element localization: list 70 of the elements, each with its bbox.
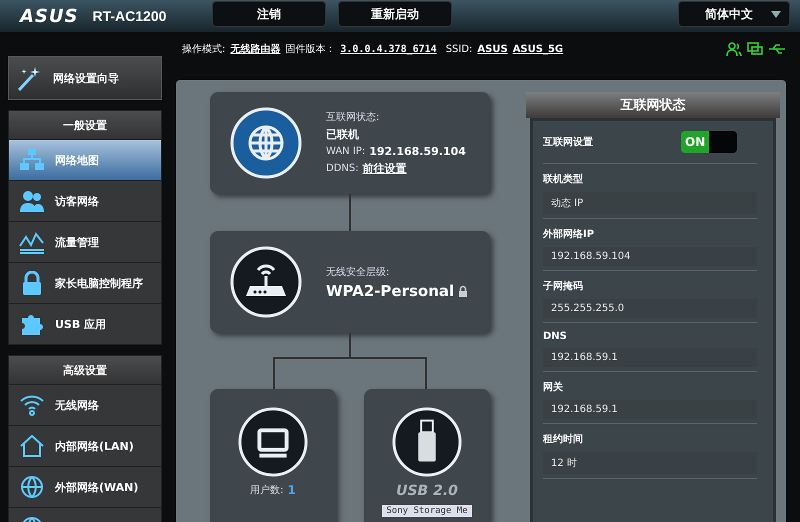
sidebar-item[interactable]: 访客网络 (9, 180, 161, 221)
security-value: WPA2-Personal (326, 282, 454, 300)
field-label: DNS (543, 331, 568, 342)
field-label: 联机类型 (543, 172, 584, 186)
internet-status-label: 互联网状态: (326, 110, 380, 124)
monitor-icon[interactable] (747, 41, 763, 57)
field-value: 12 时 (543, 452, 757, 474)
clients-label: 用户数: (250, 484, 284, 497)
security-label: 无线安全层级: (326, 266, 390, 278)
internet-setting-label: 互联网设置 (543, 136, 593, 149)
sidebar-item[interactable]: USB 应用 (9, 303, 161, 344)
globe-icon (230, 107, 302, 179)
sidebar-item[interactable]: 内部网络(LAN) (9, 425, 161, 466)
header-button[interactable]: 重新启动 (338, 1, 452, 27)
language-dropdown[interactable]: 简体中文 (678, 1, 790, 27)
ddns-label: DDNS: (326, 163, 359, 174)
internet-status: 已联机 (326, 127, 360, 142)
internet-card[interactable]: 互联网状态: 已联机 WAN IP: 192.168.59.104 DDNS: 前往设置 (210, 92, 490, 194)
wifi-icon (19, 393, 45, 417)
header-button[interactable]: 注销 (212, 1, 326, 27)
wan-ip-value: 192.168.59.104 (369, 145, 466, 158)
clients-count: 1 (288, 483, 296, 497)
caret-icon (771, 10, 781, 18)
brand-logo: ASUS (20, 6, 78, 26)
lock-icon (458, 284, 468, 296)
usb-drive-icon (392, 407, 462, 477)
connector-line (349, 194, 351, 231)
sidebar-item[interactable]: 无线网络 (9, 384, 161, 425)
clients-card[interactable]: 用户数: 1 (210, 389, 336, 522)
puzzle-icon (19, 312, 45, 336)
field-value: 255.255.255.0 (543, 299, 757, 318)
ssid-link[interactable]: ASUS (477, 44, 508, 54)
map-icon (19, 148, 45, 172)
section-header: 一般设置 (9, 111, 161, 139)
usb-label: USB 2.0 (396, 483, 458, 499)
router-icon (230, 246, 302, 318)
field-value: 192.168.59.104 (543, 247, 757, 266)
field-value: 动态 IP (543, 192, 757, 214)
router-card[interactable]: 无线安全层级: WPA2-Personal (210, 231, 490, 333)
connector-line (349, 333, 351, 357)
mode-label: 操作模式: (182, 42, 226, 56)
section-header: 高级设置 (9, 356, 161, 384)
mode-link[interactable]: 无线路由器 (230, 42, 280, 56)
panel-title: 互联网状态 (526, 92, 780, 118)
usb-icon[interactable] (768, 41, 786, 57)
model-name: RT-AC1200 (92, 8, 166, 24)
firmware-link[interactable]: 3.0.0.4.378_6714 (340, 44, 437, 54)
field-value: 192.168.59.1 (543, 348, 757, 367)
ddns-link[interactable]: 前往设置 (362, 161, 407, 176)
usb-device-select[interactable]: Sony Storage Me (382, 505, 472, 517)
users-icon[interactable] (726, 41, 742, 57)
sidebar-item[interactable]: 外部网络(WAN) (9, 466, 161, 507)
setup-wizard-button[interactable]: 网络设置向导 (8, 56, 162, 100)
ssid-link[interactable]: ASUS_5G (512, 44, 564, 54)
home-icon (19, 434, 45, 458)
sidebar-item[interactable]: 流量管理 (9, 221, 161, 262)
traffic-icon (19, 230, 45, 254)
monitor-icon (238, 407, 308, 477)
field-label: 租约时间 (543, 432, 584, 446)
wan-ip-label: WAN IP: (326, 146, 366, 157)
field-label: 子网掩码 (543, 280, 584, 293)
guests-icon (19, 189, 45, 213)
field-value: 192.168.59.1 (543, 400, 757, 419)
sidebar-item[interactable]: 家长电脑控制程序 (9, 262, 161, 303)
field-label: 外部网络IP (543, 228, 596, 241)
firmware-label: 固件版本： (285, 42, 336, 56)
ssid-label: SSID: (446, 44, 472, 54)
usb-card[interactable]: USB 2.0 Sony Storage Me (364, 389, 490, 522)
field-label: 网关 (543, 380, 564, 394)
globe-icon (19, 475, 45, 499)
